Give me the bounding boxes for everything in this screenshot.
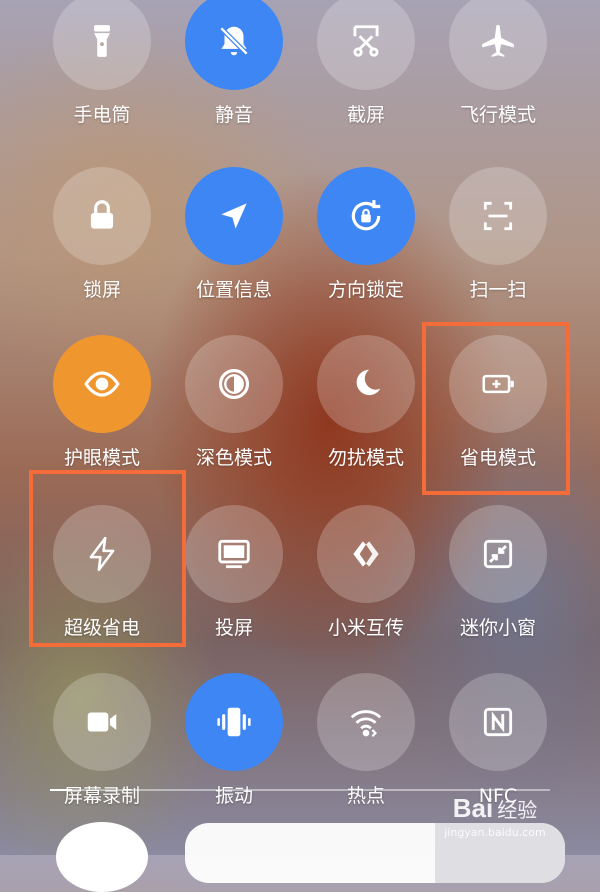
tile-rotation-lock[interactable]: 方向锁定 [300,167,432,301]
tile-label: 锁屏 [82,279,121,301]
tile-label: 勿扰模式 [327,447,404,469]
tile-label: 深色模式 [195,447,272,469]
page-indicator [50,789,550,791]
eye-care-button[interactable] [53,335,151,433]
scan-icon [483,201,513,231]
tile-label: 截屏 [346,104,385,126]
tile-mi-share[interactable]: 小米互传 [300,505,432,639]
screenshot-button[interactable] [317,0,415,90]
tile-label: 护眼模式 [63,447,140,469]
baidu-watermark: Bai 经验 jingyan.baidu.com [420,793,570,839]
scan-button[interactable] [449,167,547,265]
vibrate-icon [217,707,251,737]
vibrate-button[interactable] [185,673,283,771]
mini-window-button[interactable] [449,505,547,603]
rotation-lock-icon [351,200,381,231]
tile-mute[interactable]: 静音 [168,0,300,126]
tile-scan[interactable]: 扫一扫 [432,167,564,301]
tile-label: 迷你小窗 [459,617,536,639]
tile-vibrate[interactable]: 振动 [168,673,300,807]
flashlight-icon [94,25,110,57]
tile-mini-window[interactable]: 迷你小窗 [432,505,564,639]
tile-airplane[interactable]: 飞行模式 [432,0,564,126]
tile-cast-screen[interactable]: 投屏 [168,505,300,639]
eye-icon [84,371,120,397]
airplane-button[interactable] [449,0,547,90]
tile-label: 手电筒 [73,104,131,126]
tile-eye-care[interactable]: 护眼模式 [36,335,168,469]
mute-icon [219,26,249,56]
highlight-box-super-saver [29,470,186,647]
mi-share-icon [353,541,379,567]
dark-mode-icon [218,368,250,400]
tile-label: 飞行模式 [459,104,536,126]
highlight-box-battery-saver [422,322,570,495]
watermark-url: jingyan.baidu.com [444,826,546,839]
tile-screen-record[interactable]: 屏幕录制 [36,673,168,807]
tile-screenshot[interactable]: 截屏 [300,0,432,126]
hotspot-icon [350,710,382,738]
tile-label: 静音 [214,104,253,126]
nfc-icon [483,707,513,737]
do-not-disturb-button[interactable] [317,335,415,433]
airplane-icon [482,25,514,57]
page-indicator-active [50,789,72,791]
dark-mode-button[interactable] [185,335,283,433]
cast-screen-icon [218,539,250,569]
screenshot-icon [353,25,379,57]
tile-label: 小米互传 [327,617,404,639]
tile-label: 投屏 [214,617,253,639]
tile-label: 方向锁定 [327,279,404,301]
flashlight-button[interactable] [53,0,151,90]
hotspot-button[interactable] [317,673,415,771]
tile-lock[interactable]: 锁屏 [36,167,168,301]
nfc-button[interactable] [449,673,547,771]
tile-label: 位置信息 [195,279,272,301]
tile-dark-mode[interactable]: 深色模式 [168,335,300,469]
mute-button[interactable] [185,0,283,90]
screen-record-button[interactable] [53,673,151,771]
bottom-round-button[interactable] [56,822,148,892]
location-button[interactable] [185,167,283,265]
lock-icon [90,200,114,229]
tile-label: 扫一扫 [469,279,527,301]
location-icon [221,203,247,229]
tile-do-not-disturb[interactable]: 勿扰模式 [300,335,432,469]
tile-location[interactable]: 位置信息 [168,167,300,301]
moon-icon [356,369,381,396]
watermark-logo: Bai 经验 [452,793,538,823]
tile-nfc[interactable]: NFC [432,673,564,807]
tile-hotspot[interactable]: 热点 [300,673,432,807]
mi-share-button[interactable] [317,505,415,603]
screen-record-icon [87,712,117,732]
mini-window-icon [483,539,513,569]
lock-button[interactable] [53,167,151,265]
rotation-lock-button[interactable] [317,167,415,265]
cast-screen-button[interactable] [185,505,283,603]
tile-flashlight[interactable]: 手电筒 [36,0,168,126]
